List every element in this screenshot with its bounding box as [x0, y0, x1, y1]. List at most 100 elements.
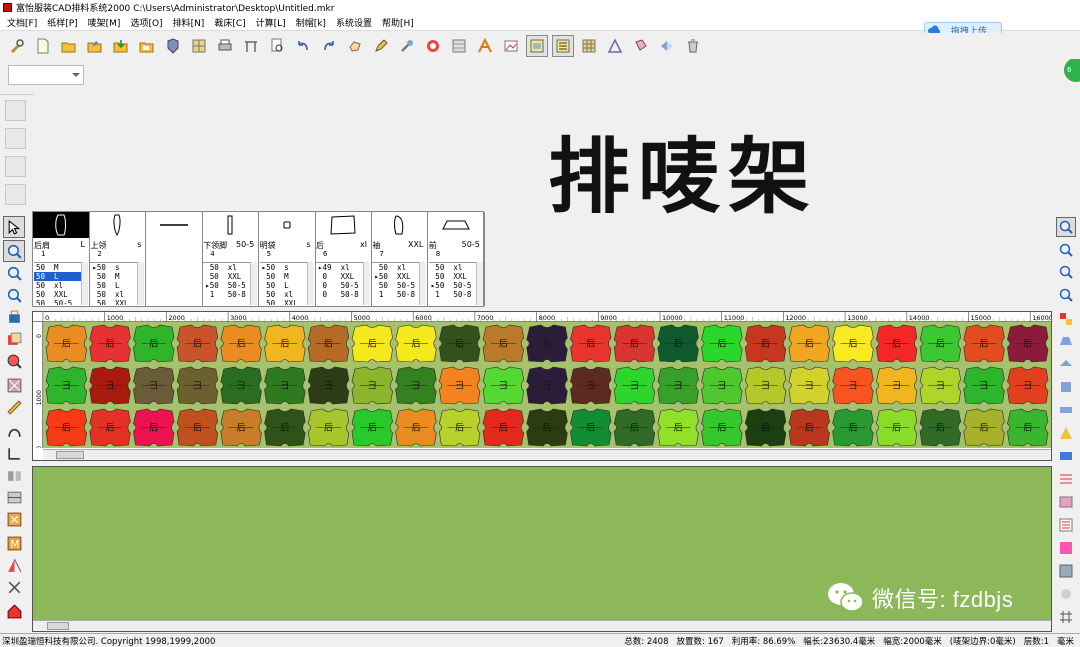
style-combo-box[interactable]	[8, 65, 84, 85]
delete-button[interactable]	[682, 35, 704, 57]
placed-piece[interactable]: 后	[176, 408, 219, 447]
placed-piece[interactable]: ⺕	[1007, 366, 1049, 405]
redo-button[interactable]	[318, 35, 340, 57]
piece-card[interactable]: 后肩 L 1 50 M 50 L 50 xl 50 XXL 50 50-5	[33, 212, 90, 306]
align-tool[interactable]	[1056, 354, 1076, 374]
zoom-fit-tool[interactable]	[1056, 217, 1076, 237]
hand-button[interactable]	[344, 35, 366, 57]
placed-piece[interactable]: ⺕	[832, 366, 874, 405]
marker-horizontal-scrollbar[interactable]	[43, 449, 1051, 460]
stack-tool[interactable]	[1056, 377, 1076, 397]
placed-piece[interactable]: ⺕	[701, 366, 743, 405]
overlap-tool[interactable]	[1056, 309, 1076, 329]
zoom-in-tool[interactable]	[3, 262, 25, 284]
placed-piece[interactable]: ⺕	[570, 366, 612, 405]
placed-piece[interactable]: 后	[919, 324, 962, 363]
shift-left-tool[interactable]	[1056, 400, 1076, 420]
color-swatch-tool[interactable]	[1056, 538, 1076, 558]
piece-thumbnail[interactable]	[33, 212, 89, 238]
menu-calculate[interactable]: 计算[L]	[251, 16, 291, 29]
hash-tool[interactable]	[1056, 607, 1076, 627]
new-file-button[interactable]	[32, 35, 54, 57]
check-tool[interactable]	[3, 374, 25, 396]
size-quantity-list[interactable]: ▸50 s 50 M 50 L 50 xl 50 XXL	[259, 262, 307, 305]
list-mode-button[interactable]	[552, 35, 574, 57]
placed-piece[interactable]: 后	[133, 408, 175, 447]
marker-canvas[interactable]: 后后后后后后后后后后后后后后后后后后后后后后后⺕⺕⺕⺕⺕⺕⺕⺕⺕⺕⺕⺕⺕⺕⺕⺕⺕…	[43, 322, 1051, 448]
placed-piece[interactable]: 后	[351, 324, 393, 363]
size-quantity-list[interactable]: 50 xl ▸50 XXL 50 50-5 1 50-8	[372, 262, 420, 305]
placed-piece[interactable]: ⺕	[788, 366, 830, 405]
piece-thumbnail[interactable]	[259, 212, 315, 238]
report-tool[interactable]	[1056, 515, 1076, 535]
list-item[interactable]: 50 xl	[260, 290, 307, 299]
placed-piece[interactable]: ⺕	[176, 366, 219, 405]
select-tool[interactable]	[3, 216, 25, 238]
placed-piece[interactable]: 后	[176, 324, 219, 363]
menu-nest[interactable]: 排料[N]	[168, 16, 210, 29]
list-item[interactable]: ▸50 50-5	[429, 281, 476, 290]
placed-piece[interactable]: ⺕	[613, 366, 656, 405]
save-button[interactable]	[162, 35, 184, 57]
zoom-out-right-tool[interactable]	[1056, 262, 1076, 282]
list-item[interactable]: 50 xl	[372, 263, 419, 272]
undo-button[interactable]	[292, 35, 314, 57]
placed-piece[interactable]: ⺕	[482, 366, 525, 405]
list-item[interactable]: 50 xl	[429, 263, 476, 272]
floating-assistant-icon[interactable]: 6	[1064, 58, 1080, 82]
list-item[interactable]: 50 50-5	[372, 281, 419, 290]
list-scrollbar[interactable]	[419, 262, 427, 305]
list-item[interactable]: 50 M	[260, 272, 307, 281]
list-item[interactable]: ▸50 50-5	[203, 281, 250, 290]
placed-piece[interactable]: 后	[395, 324, 437, 363]
magnify-tool[interactable]	[3, 350, 25, 372]
list-scrollbar[interactable]	[137, 262, 145, 305]
placed-piece[interactable]: ⺕	[220, 366, 262, 405]
plot-button[interactable]	[214, 35, 236, 57]
placed-piece[interactable]: 后	[220, 324, 262, 363]
import-button[interactable]	[110, 35, 132, 57]
work-area-horizontal-scrollbar[interactable]	[33, 620, 1051, 631]
list-scrollbar[interactable]	[81, 262, 88, 305]
zoom-in-right-tool[interactable]	[1056, 240, 1076, 260]
grade-tool[interactable]	[3, 576, 25, 598]
image-button[interactable]	[500, 35, 522, 57]
placed-piece[interactable]: 后	[570, 408, 612, 447]
split-tool[interactable]	[3, 464, 25, 486]
placed-piece[interactable]: 后	[264, 408, 306, 447]
size-quantity-list[interactable]: 50 M 50 L 50 xl 50 XXL 50 50-5	[34, 262, 81, 305]
zoom-out-tool[interactable]	[3, 284, 25, 306]
size-quantity-list[interactable]: ▸49 xl 0 XXL 0 50-5 0 50-8	[316, 262, 363, 305]
placed-piece[interactable]: 后	[701, 408, 743, 447]
placed-piece[interactable]: 后	[526, 408, 568, 447]
list-item[interactable]: 0 50-5	[316, 281, 363, 290]
layout-button[interactable]	[448, 35, 470, 57]
placed-piece[interactable]: 后	[45, 324, 88, 363]
placed-piece[interactable]: ⺕	[919, 366, 962, 405]
text-button[interactable]	[474, 35, 496, 57]
piece-card[interactable]: 上领 s 2 ▸50 s 50 M 50 L 50 xl 50 XXL	[89, 212, 147, 306]
print-button[interactable]	[188, 35, 210, 57]
list-item[interactable]: 50 xl	[34, 281, 81, 290]
list-item[interactable]: 50 L	[90, 281, 137, 290]
preview-button[interactable]	[266, 35, 288, 57]
cut-piece-tool[interactable]	[3, 508, 25, 530]
zoom-window-tool[interactable]	[3, 240, 25, 262]
scroll-thumb[interactable]	[47, 622, 69, 630]
import-styles-button[interactable]	[136, 35, 158, 57]
placed-piece[interactable]: 后	[963, 408, 1005, 447]
texture-tool[interactable]	[1056, 561, 1076, 581]
list-item[interactable]: 50 L	[260, 281, 307, 290]
list-item[interactable]: ▸49 xl	[316, 263, 363, 272]
list-item[interactable]: ▸50 s	[90, 263, 137, 272]
list-item[interactable]: 50 XXL	[260, 299, 307, 305]
piece-thumbnail[interactable]	[146, 212, 202, 238]
placed-piece[interactable]: 后	[307, 324, 350, 363]
fill-tool[interactable]	[1056, 446, 1076, 466]
placed-piece[interactable]: 后	[570, 324, 612, 363]
placed-piece[interactable]: 后	[875, 408, 918, 447]
piece-thumbnail[interactable]	[202, 212, 258, 238]
placed-piece[interactable]: 后	[307, 408, 350, 447]
edit-button[interactable]	[370, 35, 392, 57]
measure-button[interactable]	[604, 35, 626, 57]
